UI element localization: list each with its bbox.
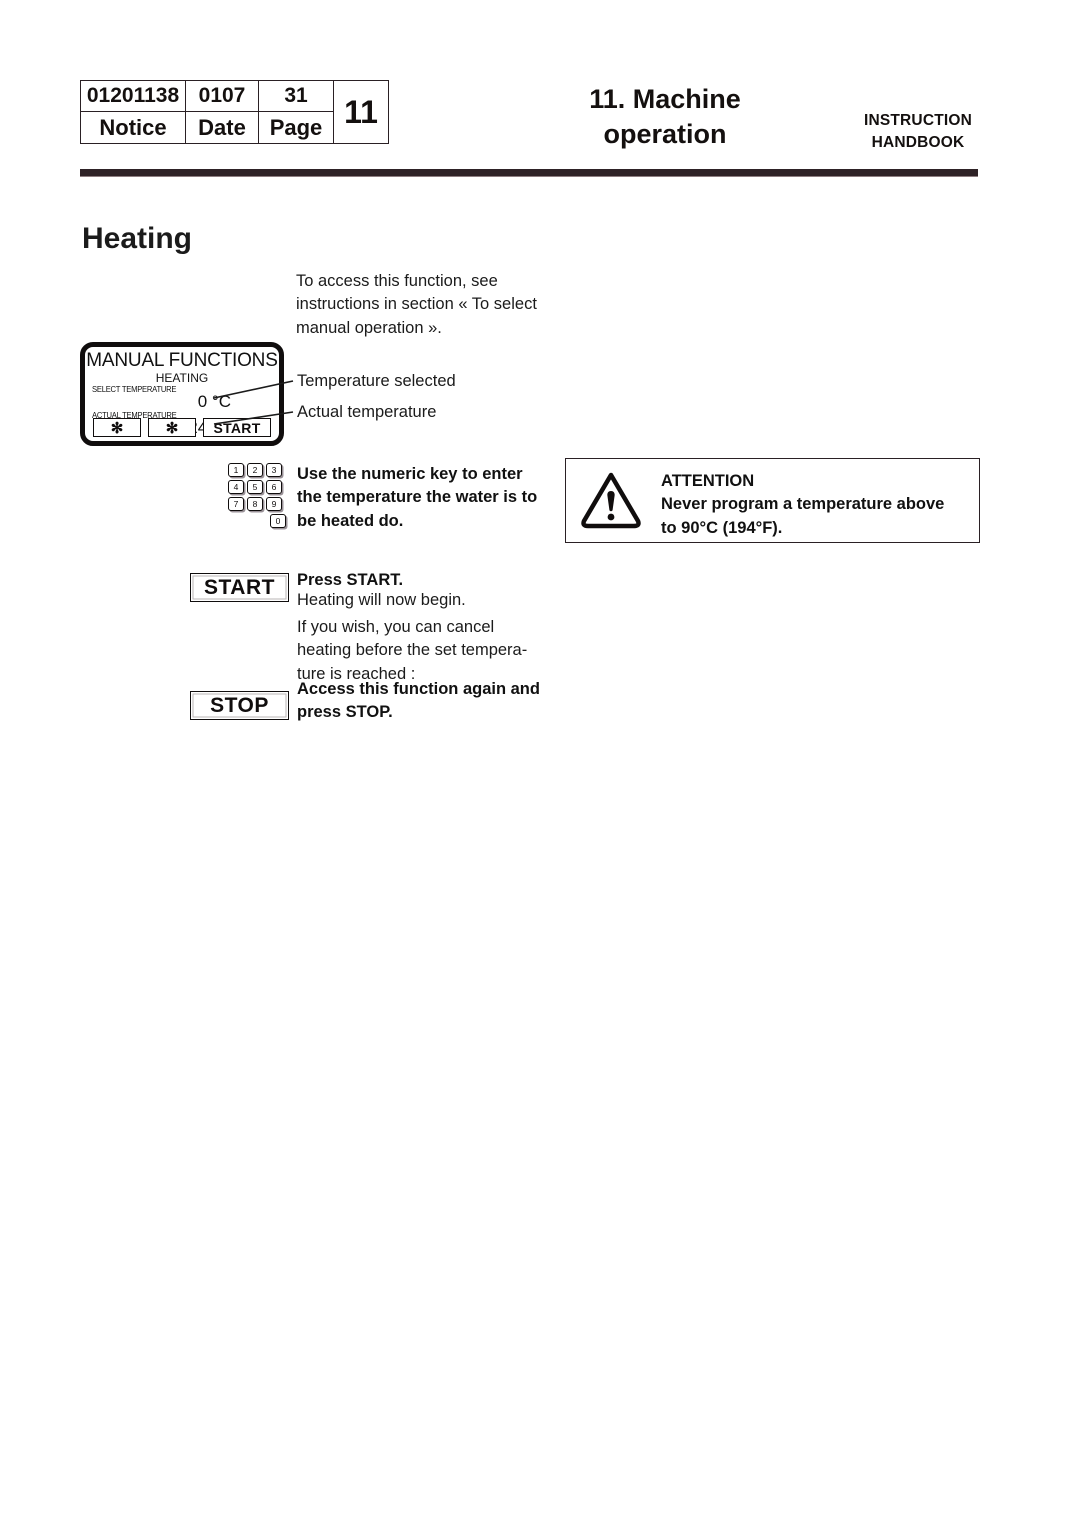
chapter-number: 11: [333, 80, 389, 144]
keypad-key-7[interactable]: 7: [228, 497, 244, 511]
section-heading: Heating: [82, 222, 193, 255]
control-panel-display: MANUAL FUNCTIONS HEATING SELECT TEMPERAT…: [80, 342, 284, 446]
attention-line-1: Never program a temperature above: [661, 495, 945, 514]
display-button-row: ✻ ✻ START: [93, 418, 271, 437]
keypad-key-8[interactable]: 8: [247, 497, 263, 511]
keypad-key-0[interactable]: 0: [270, 514, 286, 528]
display-star-key-2[interactable]: ✻: [148, 418, 196, 437]
start-instruction-heading: Press START.: [297, 571, 404, 589]
handbook-line-2: HANDBOOK: [871, 134, 965, 151]
page-title-line-2: operation: [603, 118, 727, 149]
page-title: 11. Machine operation: [500, 82, 830, 151]
display-star-key-1[interactable]: ✻: [93, 418, 141, 437]
callout-temperature-selected: Temperature selected: [297, 372, 456, 390]
keypad-key-1[interactable]: 1: [228, 463, 244, 477]
keypad-instruction-text: Use the numeric key to enter the tempera…: [297, 465, 538, 530]
callout-actual-temperature: Actual temperature: [297, 403, 437, 421]
date-value: 0107: [185, 80, 259, 112]
keypad-key-5[interactable]: 5: [247, 480, 263, 494]
start-button[interactable]: START: [190, 573, 289, 602]
keypad-row: 4 5 6: [228, 480, 286, 494]
display-mode: HEATING: [155, 371, 209, 385]
date-label: Date: [185, 111, 259, 144]
keypad-key-3[interactable]: 3: [266, 463, 282, 477]
attention-heading: ATTENTION: [661, 472, 755, 490]
notice-label: Notice: [80, 111, 186, 144]
handbook-line-1: INSTRUCTION: [863, 112, 973, 129]
keypad-key-9[interactable]: 9: [266, 497, 282, 511]
attention-warning-box: ATTENTION Never program a temperature ab…: [565, 458, 980, 543]
display-title: MANUAL FUNCTIONS: [86, 350, 278, 371]
document-reference-table: 01201138 0107 31 11 Notice Date Page: [80, 80, 389, 144]
page-title-line-1: 11. Machine: [589, 84, 741, 114]
select-temperature-label: SELECT TEMPERATURE: [92, 385, 177, 394]
attention-text: ATTENTION Never program a temperature ab…: [661, 470, 969, 540]
header-values-row: 01201138 0107 31 11: [80, 80, 389, 144]
keypad-row: 0: [228, 514, 286, 528]
keypad-row: 1 2 3: [228, 463, 286, 477]
keypad-key-4[interactable]: 4: [228, 480, 244, 494]
handbook-label: INSTRUCTION HANDBOOK: [828, 110, 1008, 154]
keypad-row: 7 8 9: [228, 497, 286, 511]
keypad-key-2[interactable]: 2: [247, 463, 263, 477]
start-instruction-sub: Heating will now begin.: [297, 591, 466, 609]
warning-triangle-icon: [581, 472, 641, 529]
stop-instruction-text: Access this function again and press STO…: [297, 680, 540, 722]
numeric-keypad: 1 2 3 4 5 6 7 8 9 0: [228, 463, 286, 531]
header-divider: [80, 169, 978, 177]
page-value: 31: [258, 80, 334, 112]
attention-line-2: to 90°C (194°F).: [661, 518, 783, 537]
intro-paragraph: To access this function, see instruction…: [296, 272, 537, 337]
keypad-key-6[interactable]: 6: [266, 480, 282, 494]
select-temperature-value: 0 °C: [197, 392, 231, 411]
notice-number-value: 01201138: [80, 80, 186, 112]
stop-button[interactable]: STOP: [190, 691, 289, 720]
page-label: Page: [258, 111, 334, 144]
cancel-heating-text: If you wish, you can cancel heating befo…: [297, 618, 528, 683]
display-start-key[interactable]: START: [203, 418, 271, 437]
